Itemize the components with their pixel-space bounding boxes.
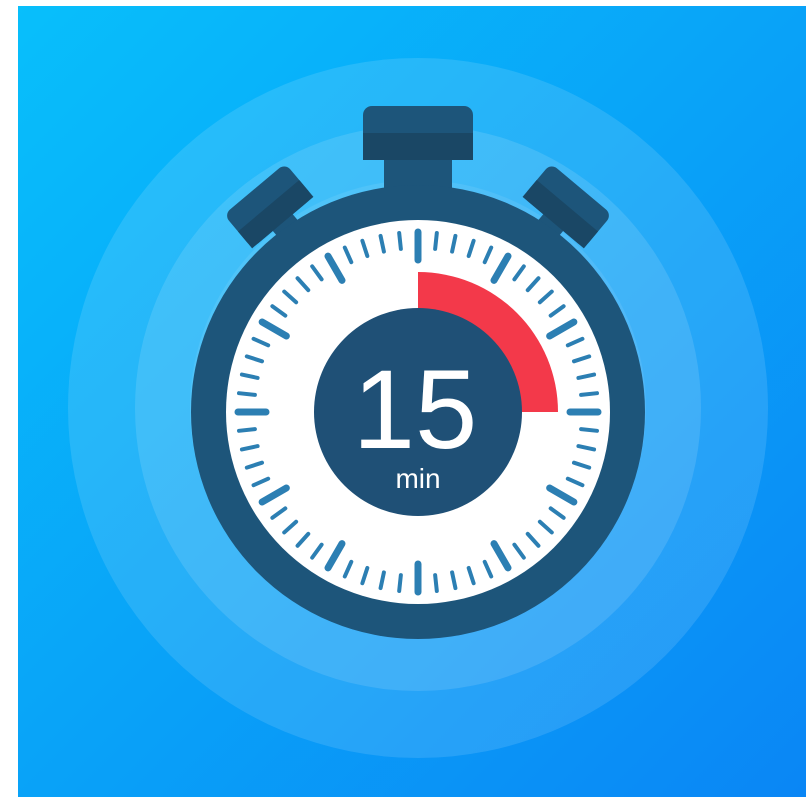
minor-tick: [579, 427, 600, 433]
minor-tick: [397, 230, 403, 251]
minor-tick: [236, 391, 257, 397]
minor-tick: [579, 391, 600, 397]
timer-value-text: 15: [353, 347, 478, 472]
stopwatch-crown-icon: [363, 106, 473, 160]
minor-tick: [397, 573, 403, 594]
minor-tick: [236, 427, 257, 433]
minor-tick: [433, 230, 439, 251]
stopwatch-illustration: 15 min: [0, 0, 809, 798]
minor-tick: [433, 573, 439, 594]
timer-unit-text: min: [395, 463, 440, 494]
